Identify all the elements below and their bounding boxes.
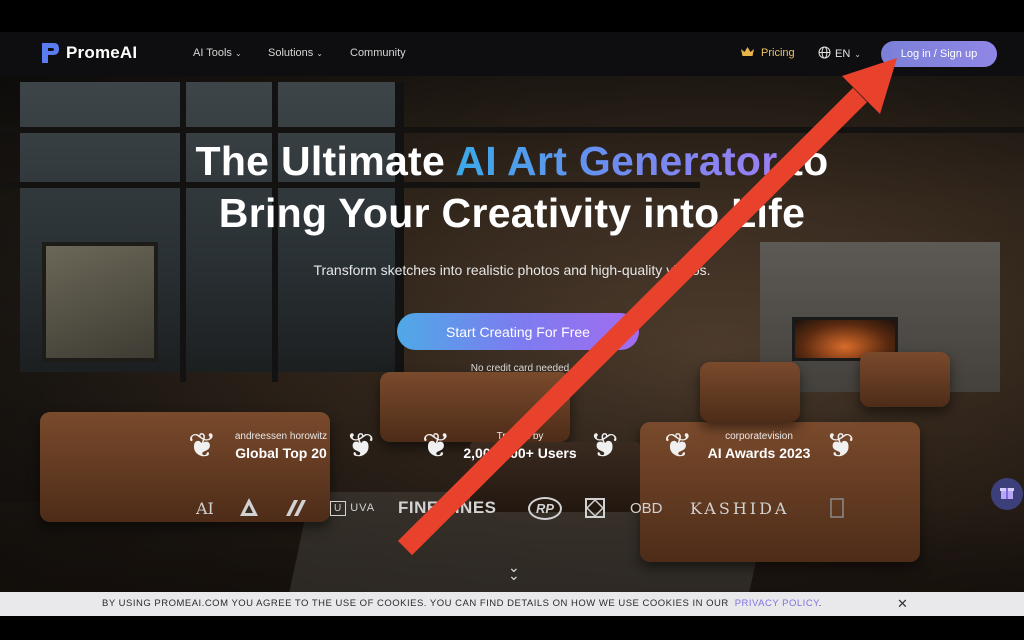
hero-title-line2: Bring Your Creativity into Life (218, 190, 806, 236)
start-creating-button[interactable]: Start Creating For Free (397, 313, 639, 350)
laurel-right-icon: ❦ (345, 426, 375, 466)
award-body: corporatevision AI Awards 2023 (693, 431, 826, 461)
background-armchair (860, 352, 950, 407)
partner-logo-fine-lines: FINE LINES (398, 498, 497, 517)
gift-button[interactable] (991, 478, 1023, 510)
language-label: EN (835, 48, 851, 60)
language-selector[interactable]: EN ⌄ (818, 46, 861, 62)
laurel-right-icon: ❦ (825, 426, 855, 466)
pricing-link[interactable]: Pricing (740, 46, 795, 60)
award-main-text: Global Top 20 (235, 445, 327, 461)
partner-logo-uva-text: UVA (350, 502, 376, 514)
laurel-right-icon: ❦ (589, 426, 619, 466)
screen: PromeAI AI Tools ⌄ Solutions ⌄ Community… (0, 0, 1024, 640)
hero-title-line1: The Ultimate AI Art Generator to (0, 138, 1024, 185)
no-credit-card-note: No credit card needed (470, 363, 570, 374)
partner-logo-rp-text: RP (528, 496, 563, 520)
chevron-down-icon: ⌄ (234, 48, 242, 58)
privacy-policy-link[interactable]: PRIVACY POLICY (735, 598, 819, 609)
cookie-text: BY USING PROMEAI.COM YOU AGREE TO THE US… (102, 598, 729, 609)
logo-text: PromeAI (66, 43, 138, 62)
laurel-left-icon: ❦ (664, 426, 693, 466)
partner-logo-partial (830, 494, 844, 522)
chevron-down-icon: ⌄ (854, 49, 861, 59)
crown-icon (740, 46, 755, 60)
hero-title-suffix: to (777, 138, 829, 184)
nav-ai-tools-label: AI Tools (193, 47, 232, 59)
cookie-banner: BY USING PROMEAI.COM YOU AGREE TO THE US… (0, 592, 1024, 616)
nav-community-label: Community (350, 47, 406, 59)
award-body: andreessen horowitz Global Top 20 (217, 431, 346, 461)
cookie-text-wrapper: BY USING PROMEAI.COM YOU AGREE TO THE US… (102, 598, 822, 609)
partner-logo-obd: OBD (630, 499, 663, 517)
scroll-down-icon[interactable]: ⌄ ⌄ (508, 560, 520, 582)
hero-title-prefix: The Ultimate (195, 138, 456, 184)
nav-ai-tools[interactable]: AI Tools ⌄ (193, 47, 242, 59)
top-navbar: PromeAI AI Tools ⌄ Solutions ⌄ Community… (0, 32, 1024, 76)
nav-solutions[interactable]: Solutions ⌄ (268, 47, 323, 59)
partner-logo-rp: RP (528, 494, 563, 522)
background-painting (42, 242, 158, 362)
login-signup-button[interactable]: Log in / Sign up (881, 41, 997, 67)
partner-logos: AI U UVA FINE LINES RP OBD KASHIDA (190, 494, 850, 522)
logo-icon (40, 41, 60, 65)
award-body: Trusted by 2,000,000+ Users (451, 431, 590, 461)
award-ai-awards-2023: ❦ corporatevision AI Awards 2023 ❦ (664, 424, 854, 468)
laurel-left-icon: ❦ (188, 426, 217, 466)
award-main-text: AI Awards 2023 (707, 445, 811, 461)
award-main-text: 2,000,000+ Users (463, 445, 577, 461)
chevron-down-icon: ⌄ (316, 48, 323, 58)
background-beam (0, 127, 1024, 133)
globe-icon (818, 46, 831, 62)
close-icon[interactable]: ✕ (897, 596, 908, 612)
partner-logo-kashida: KASHIDA (690, 498, 790, 518)
partner-logo-diamond-icon (584, 494, 606, 522)
partner-logo-mountain-icon (238, 494, 260, 522)
cookie-text-end: . (818, 598, 822, 609)
award-global-top-20: ❦ andreessen horowitz Global Top 20 ❦ (188, 424, 374, 468)
laurel-left-icon: ❦ (422, 426, 451, 466)
award-users: ❦ Trusted by 2,000,000+ Users ❦ (422, 424, 618, 468)
logo[interactable]: PromeAI (40, 41, 137, 65)
hero-subtitle: Transform sketches into realistic photos… (313, 262, 711, 278)
award-top-text: Trusted by (496, 431, 544, 442)
nav-solutions-label: Solutions (268, 47, 314, 59)
partner-logo-ai: AI (196, 498, 214, 518)
nav-community[interactable]: Community (350, 47, 406, 59)
partner-logo-uva: U UVA (330, 494, 375, 522)
award-top-text: corporatevision (725, 431, 793, 442)
award-top-text: andreessen horowitz (234, 431, 328, 442)
partner-logo-stripes-icon (284, 494, 308, 522)
pricing-label: Pricing (761, 47, 795, 59)
gift-icon (999, 484, 1015, 505)
hero-title-highlight: AI Art Generator (455, 138, 778, 184)
